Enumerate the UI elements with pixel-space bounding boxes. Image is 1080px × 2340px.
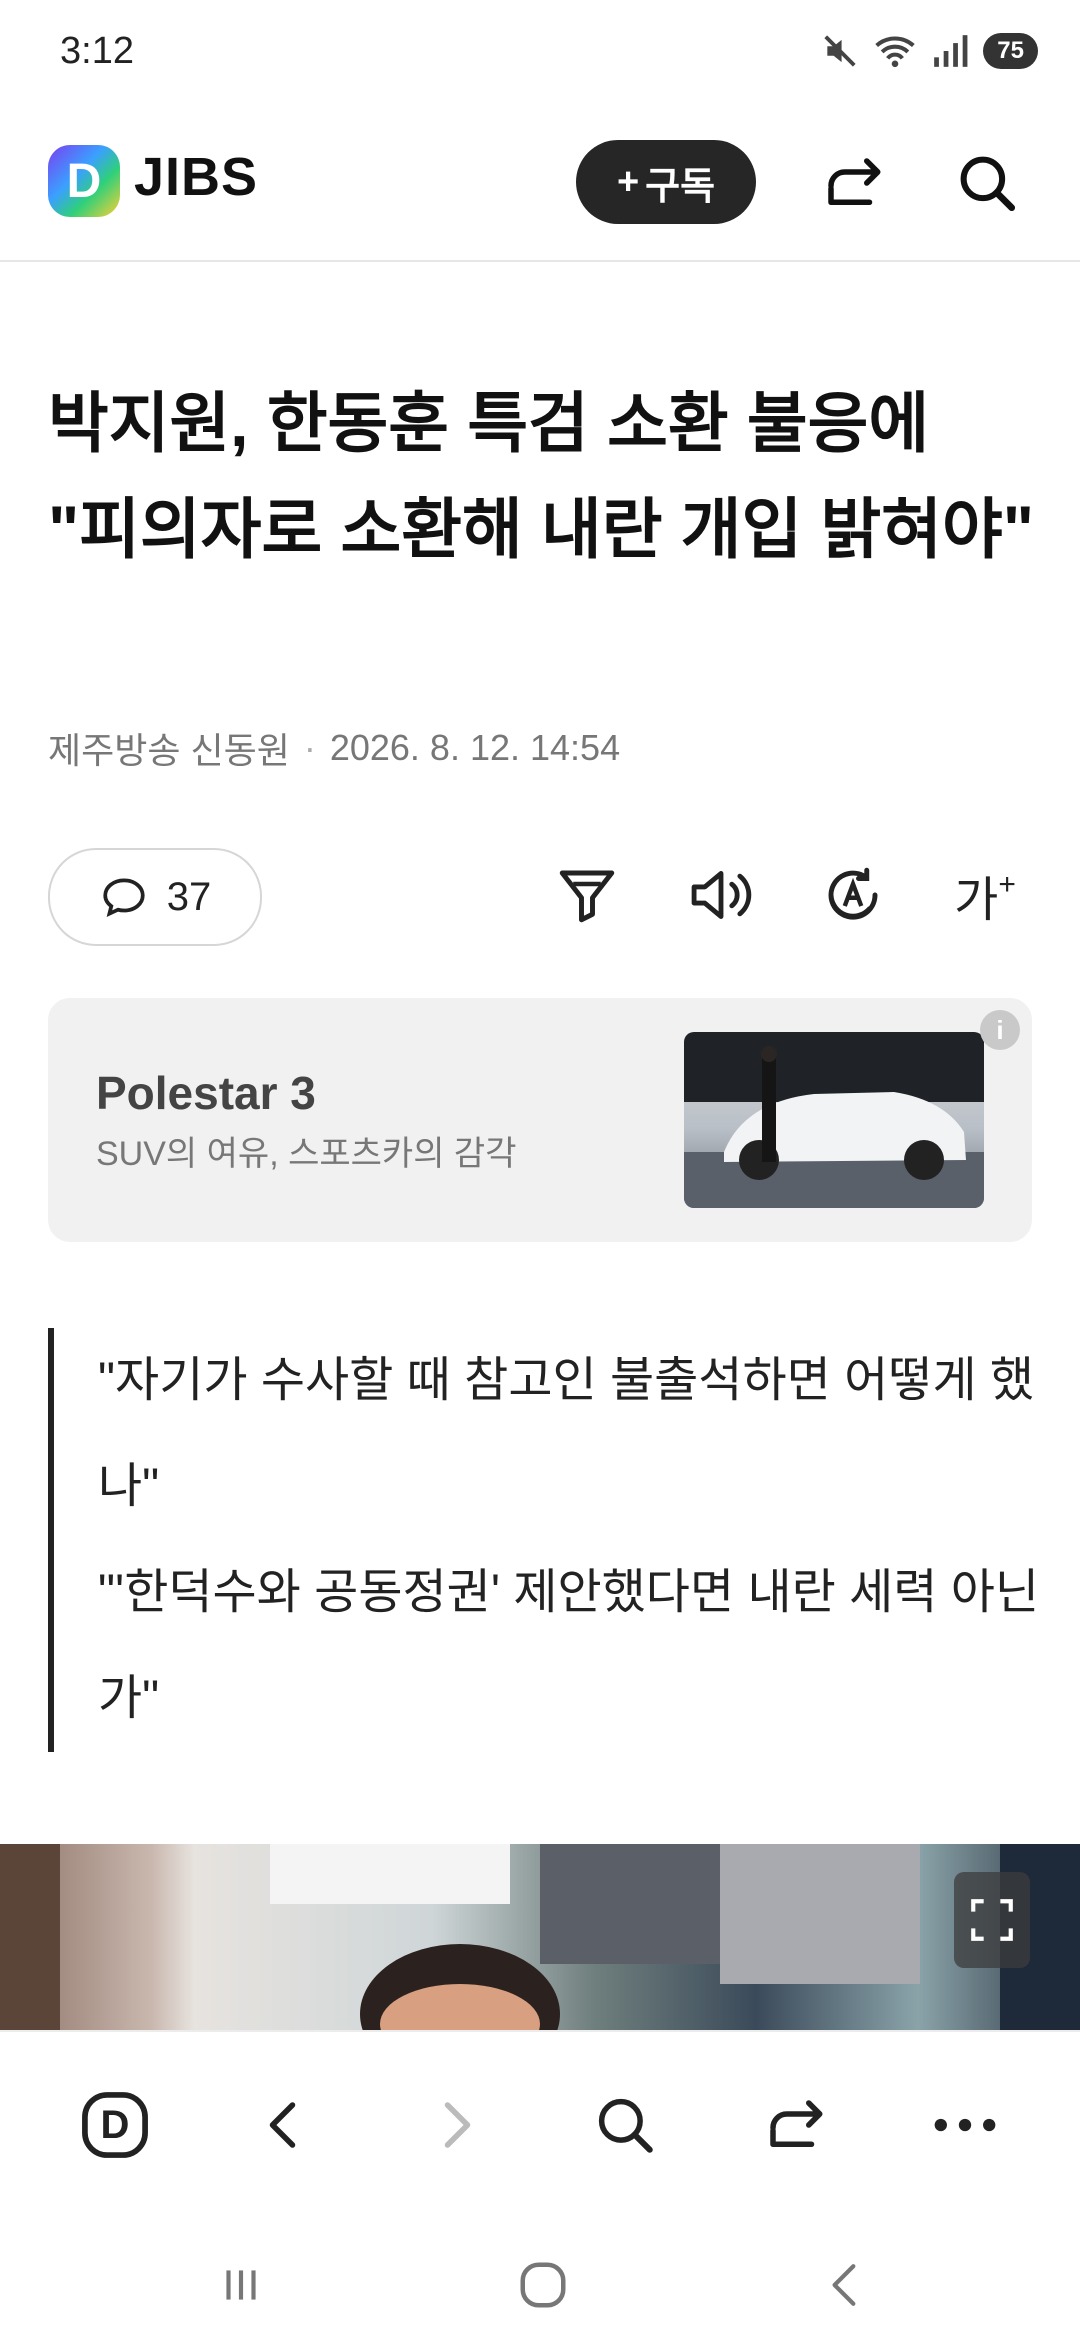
ad-subtitle: SUV의 여유, 스포츠카의 감각 — [96, 1135, 517, 1173]
translate-button[interactable] — [814, 856, 892, 934]
byline[interactable]: 제주방송 신동원 — [48, 722, 290, 774]
logo-letter: D — [66, 154, 102, 208]
subscribe-label: 구독 — [645, 165, 716, 208]
recent-apps-icon — [226, 2270, 256, 2300]
speaker-icon — [691, 871, 752, 919]
status-bar: 3:12 75 — [0, 0, 1080, 110]
recent-apps-button[interactable] — [196, 2240, 286, 2330]
publish-date: 2026. 8. 12. 14:54 — [329, 727, 621, 768]
nav-search-button[interactable] — [580, 2080, 670, 2170]
more-button[interactable] — [920, 2080, 1010, 2170]
font-size-button[interactable]: 가 + — [946, 856, 1024, 934]
forward-button[interactable] — [410, 2080, 500, 2170]
search-icon[interactable] — [952, 148, 1022, 218]
nav-share-button[interactable] — [750, 2080, 840, 2170]
system-home-button[interactable] — [498, 2240, 588, 2330]
bottom-nav: D — [0, 2030, 1080, 2222]
press-name[interactable]: JIBS — [134, 146, 258, 208]
system-nav — [0, 2220, 1080, 2340]
read-aloud-button[interactable] — [682, 856, 760, 934]
fullscreen-icon — [971, 1899, 1013, 1941]
comment-count: 37 — [166, 874, 212, 919]
quote-line: "자기가 수사할 때 참고인 불출석하면 어떻게 했나" — [98, 1354, 1035, 1513]
comment-button[interactable]: 37 — [48, 848, 262, 946]
filter-icon — [559, 870, 615, 923]
wifi-icon — [875, 36, 915, 68]
nav-logo-letter: D — [100, 2102, 130, 2147]
car-image — [684, 1032, 984, 1208]
comment-icon — [103, 878, 145, 918]
font-size-label: 가 — [954, 874, 999, 927]
ad-title: Polestar 3 — [96, 1067, 316, 1119]
article-title: 박지원, 한동훈 특검 소환 불응에 "피의자로 소환해 내란 개입 밝혀야" — [48, 386, 1035, 566]
article-subheading: "자기가 수사할 때 참고인 불출석하면 어떻게 했나" "'한덕수와 공동정권… — [48, 1328, 1078, 1752]
ad-image — [684, 1032, 984, 1208]
quote-line: "'한덕수와 공동정권' 제안했다면 내란 세력 아닌가" — [98, 1566, 1040, 1725]
home-button[interactable]: D — [70, 2080, 160, 2170]
battery-level: 75 — [983, 33, 1038, 69]
daum-logo[interactable]: D — [48, 145, 120, 217]
system-back-button[interactable] — [800, 2240, 890, 2330]
signal-icon — [934, 35, 968, 67]
article-photo[interactable] — [0, 1844, 1080, 2030]
app-header: D JIBS + 구독 — [0, 120, 1080, 262]
search-icon — [598, 2098, 653, 2153]
status-icons: 75 — [821, 32, 1038, 70]
ad-info-icon[interactable]: i — [980, 1010, 1020, 1050]
fullscreen-button[interactable] — [954, 1872, 1030, 1968]
forward-icon — [444, 2102, 471, 2148]
more-icon — [934, 2118, 996, 2132]
share-icon — [770, 2100, 823, 2147]
back-icon — [832, 2264, 856, 2306]
mute-icon — [824, 35, 856, 67]
auto-translate-icon — [828, 867, 878, 920]
ad-banner[interactable]: Polestar 3 SUV의 여유, 스포츠카의 감각 i — [48, 998, 1032, 1242]
share-icon[interactable] — [818, 148, 888, 218]
photo-content — [0, 1844, 1080, 2030]
article-meta: 제주방송 신동원 · 2026. 8. 12. 14:54 — [48, 722, 620, 774]
back-icon — [269, 2102, 296, 2148]
subscribe-button[interactable]: + 구독 — [576, 140, 756, 224]
status-time: 3:12 — [60, 30, 134, 72]
plus-icon: + — [998, 868, 1016, 901]
meta-separator: · — [303, 727, 316, 768]
summary-filter-button[interactable] — [548, 856, 626, 934]
home-icon — [520, 2262, 566, 2308]
back-button[interactable] — [240, 2080, 330, 2170]
plus-icon: + — [616, 160, 640, 203]
